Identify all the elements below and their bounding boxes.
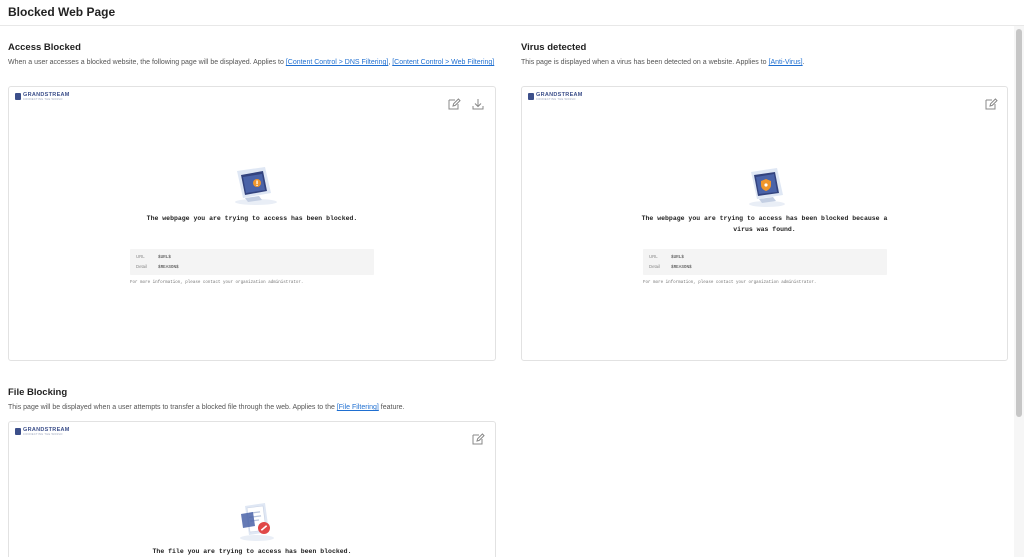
file-blocked-message: The file you are trying to access has be… <box>152 548 352 555</box>
dns-filtering-link[interactable]: [Content Control > DNS Filtering] <box>286 59 389 66</box>
url-value: $URL$ <box>158 255 171 260</box>
logo-tagline: CONNECTING THE WORLD <box>23 98 63 101</box>
edit-icon[interactable] <box>447 97 461 111</box>
footnote: For more information, please contact you… <box>130 281 304 285</box>
virus-monitor-illustration <box>745 165 789 209</box>
section-title: Access Blocked <box>8 42 81 53</box>
logo-tagline: CONNECTING THE WORLD <box>536 98 576 101</box>
grandstream-logo: GRANDSTREAM CONNECTING THE WORLD <box>15 92 77 102</box>
url-label: URL <box>649 254 658 259</box>
description-suffix: feature. <box>378 404 405 411</box>
detail-label: Detail <box>136 264 147 269</box>
description-text: This page will be displayed when a user … <box>8 404 337 411</box>
logo-mark-icon <box>15 93 21 100</box>
edit-icon[interactable] <box>471 432 485 446</box>
edit-icon[interactable] <box>984 97 998 111</box>
logo-mark-icon <box>15 428 21 435</box>
blocked-monitor-illustration <box>229 165 279 207</box>
info-box: URL $URL$ Detail $REASON$ <box>643 249 887 275</box>
file-blocking-preview: GRANDSTREAM CONNECTING THE WORLD The fil… <box>8 421 496 557</box>
web-filtering-link[interactable]: [Content Control > Web Filtering] <box>392 59 494 66</box>
download-icon[interactable] <box>471 97 485 111</box>
access-blocked-preview: GRANDSTREAM CONNECTING THE WORLD The web… <box>8 86 496 361</box>
logo-mark-icon <box>528 93 534 100</box>
section-title: Virus detected <box>521 42 587 53</box>
blocked-file-illustration <box>235 498 279 542</box>
blocked-message: The webpage you are trying to access has… <box>146 215 358 222</box>
virus-detected-preview: GRANDSTREAM CONNECTING THE WORLD The web… <box>521 86 1008 361</box>
virus-message-line1: The webpage you are trying to access has… <box>641 215 888 222</box>
grandstream-logo: GRANDSTREAM CONNECTING THE WORLD <box>15 427 77 437</box>
vertical-scrollbar[interactable] <box>1014 26 1024 557</box>
access-blocked-section: Access Blocked When a user accesses a bl… <box>8 42 496 68</box>
description-text: When a user accesses a blocked website, … <box>8 59 286 66</box>
page-title: Blocked Web Page <box>8 5 116 19</box>
url-value: $URL$ <box>671 255 684 260</box>
file-filtering-link[interactable]: [File Filtering] <box>337 404 379 411</box>
detail-row: Detail $REASON$ <box>649 264 692 271</box>
url-label: URL <box>136 254 145 259</box>
description-suffix: . <box>802 59 805 66</box>
info-box: URL $URL$ Detail $REASON$ <box>130 249 374 275</box>
section-description: When a user accesses a blocked website, … <box>8 58 496 68</box>
url-row: URL $URL$ <box>649 254 684 261</box>
url-row: URL $URL$ <box>136 254 171 261</box>
footnote: For more information, please contact you… <box>643 281 817 285</box>
file-blocking-section: File Blocking This page will be displaye… <box>8 387 708 413</box>
detail-value: $REASON$ <box>671 265 692 270</box>
detail-row: Detail $REASON$ <box>136 264 179 271</box>
description-text: This page is displayed when a virus has … <box>521 59 769 66</box>
logo-tagline: CONNECTING THE WORLD <box>23 433 63 436</box>
section-description: This page will be displayed when a user … <box>8 403 708 413</box>
detail-label: Detail <box>649 264 660 269</box>
grandstream-logo: GRANDSTREAM CONNECTING THE WORLD <box>528 92 590 102</box>
virus-message-line2: virus was found. <box>733 226 796 233</box>
anti-virus-link[interactable]: [Anti-Virus] <box>769 59 803 66</box>
page-header: Blocked Web Page <box>0 0 1024 26</box>
scrollbar-thumb[interactable] <box>1016 29 1022 417</box>
section-description: This page is displayed when a virus has … <box>521 58 1009 68</box>
detail-value: $REASON$ <box>158 265 179 270</box>
section-title: File Blocking <box>8 387 68 398</box>
virus-detected-section: Virus detected This page is displayed wh… <box>521 42 1009 68</box>
